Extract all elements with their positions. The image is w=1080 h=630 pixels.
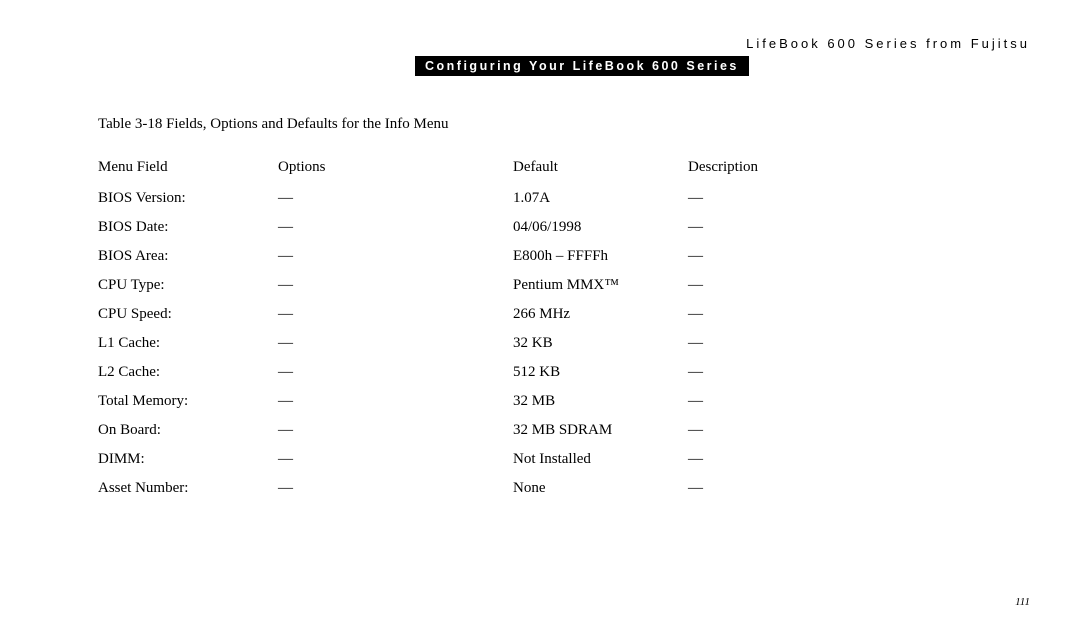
cell-options: —: [278, 387, 513, 416]
table-row: On Board:—32 MB SDRAM—: [98, 416, 908, 445]
cell-menu-field: BIOS Date:: [98, 213, 278, 242]
cell-description: —: [688, 387, 908, 416]
table-row: Total Memory:—32 MB—: [98, 387, 908, 416]
cell-menu-field: CPU Type:: [98, 271, 278, 300]
cell-default: 32 MB SDRAM: [513, 416, 688, 445]
table-row: BIOS Area:—E800h – FFFFh—: [98, 242, 908, 271]
info-menu-table: Menu Field Options Default Description B…: [98, 155, 908, 503]
table-row: BIOS Version:—1.07A—: [98, 184, 908, 213]
cell-default: 32 KB: [513, 329, 688, 358]
cell-options: —: [278, 358, 513, 387]
table-row: L2 Cache:—512 KB—: [98, 358, 908, 387]
cell-options: —: [278, 474, 513, 503]
col-header-options: Options: [278, 155, 513, 184]
cell-menu-field: L1 Cache:: [98, 329, 278, 358]
cell-options: —: [278, 271, 513, 300]
cell-default: Not Installed: [513, 445, 688, 474]
page-number: 111: [1015, 596, 1030, 608]
cell-menu-field: CPU Speed:: [98, 300, 278, 329]
cell-menu-field: BIOS Version:: [98, 184, 278, 213]
table-caption: Table 3-18 Fields, Options and Defaults …: [98, 116, 1030, 133]
page-content: Table 3-18 Fields, Options and Defaults …: [98, 116, 1030, 503]
table-header-row: Menu Field Options Default Description: [98, 155, 908, 184]
cell-options: —: [278, 242, 513, 271]
cell-description: —: [688, 445, 908, 474]
cell-description: —: [688, 358, 908, 387]
cell-description: —: [688, 416, 908, 445]
col-header-default: Default: [513, 155, 688, 184]
running-header: LifeBook 600 Series from Fujitsu: [746, 36, 1030, 51]
cell-menu-field: DIMM:: [98, 445, 278, 474]
cell-menu-field: Asset Number:: [98, 474, 278, 503]
cell-default: None: [513, 474, 688, 503]
cell-options: —: [278, 445, 513, 474]
cell-default: E800h – FFFFh: [513, 242, 688, 271]
cell-default: Pentium MMX™: [513, 271, 688, 300]
cell-default: 32 MB: [513, 387, 688, 416]
cell-description: —: [688, 184, 908, 213]
col-header-description: Description: [688, 155, 908, 184]
cell-menu-field: BIOS Area:: [98, 242, 278, 271]
cell-description: —: [688, 213, 908, 242]
cell-options: —: [278, 300, 513, 329]
table-row: L1 Cache:—32 KB—: [98, 329, 908, 358]
cell-options: —: [278, 213, 513, 242]
cell-menu-field: L2 Cache:: [98, 358, 278, 387]
table-row: CPU Speed:—266 MHz—: [98, 300, 908, 329]
table-row: DIMM:—Not Installed—: [98, 445, 908, 474]
table-body: BIOS Version:—1.07A—BIOS Date:—04/06/199…: [98, 184, 908, 503]
cell-default: 04/06/1998: [513, 213, 688, 242]
section-title-bar: Configuring Your LifeBook 600 Series: [415, 56, 749, 76]
cell-default: 1.07A: [513, 184, 688, 213]
cell-description: —: [688, 300, 908, 329]
cell-default: 266 MHz: [513, 300, 688, 329]
cell-description: —: [688, 329, 908, 358]
table-row: BIOS Date:—04/06/1998—: [98, 213, 908, 242]
col-header-menu-field: Menu Field: [98, 155, 278, 184]
cell-menu-field: On Board:: [98, 416, 278, 445]
cell-description: —: [688, 271, 908, 300]
cell-menu-field: Total Memory:: [98, 387, 278, 416]
cell-options: —: [278, 416, 513, 445]
table-row: CPU Type:—Pentium MMX™—: [98, 271, 908, 300]
table-row: Asset Number:—None—: [98, 474, 908, 503]
cell-description: —: [688, 242, 908, 271]
cell-default: 512 KB: [513, 358, 688, 387]
cell-description: —: [688, 474, 908, 503]
cell-options: —: [278, 329, 513, 358]
cell-options: —: [278, 184, 513, 213]
